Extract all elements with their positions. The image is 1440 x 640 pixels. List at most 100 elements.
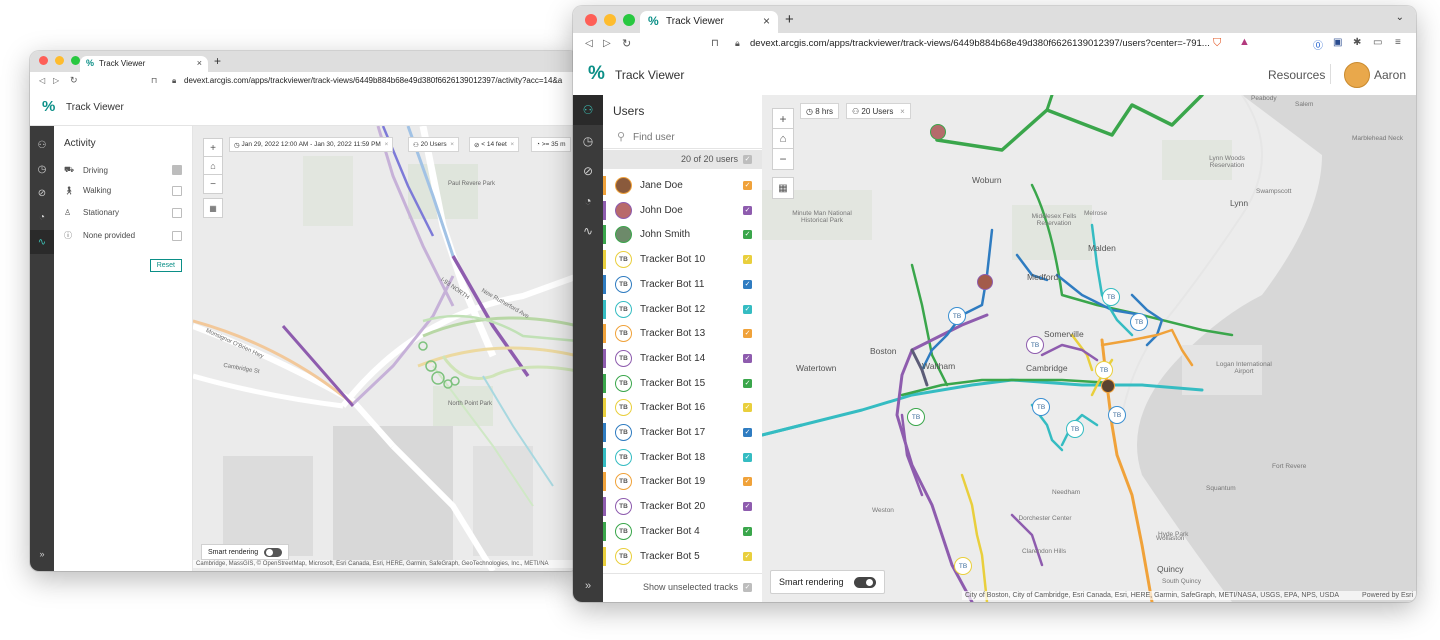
tab-list-chevron-icon[interactable]: ⌄: [1396, 12, 1404, 23]
tracker-marker[interactable]: TB: [1130, 313, 1148, 331]
smart-rendering-toggle[interactable]: [853, 576, 876, 588]
accuracy-icon[interactable]: ⊘: [573, 157, 603, 185]
speed-icon[interactable]: ◔: [573, 187, 603, 215]
user-checkbox[interactable]: ✓: [743, 378, 752, 388]
wallet-icon[interactable]: ▭: [1373, 37, 1382, 48]
back-arrow-icon[interactable]: ◁: [585, 38, 593, 49]
none-provided-checkbox[interactable]: [172, 230, 182, 241]
remove-chip-icon[interactable]: ×: [447, 141, 454, 148]
expand-panel-icon[interactable]: »: [573, 575, 603, 597]
user-photo-marker[interactable]: [977, 274, 993, 290]
accuracy-filter-chip[interactable]: ⊘ < 14 feet ×: [469, 137, 520, 152]
zoom-window-button[interactable]: [71, 56, 80, 65]
user-checkbox[interactable]: ✓: [743, 502, 752, 512]
back-map[interactable]: + ⌂ − ▦ ◷ Jan 29, 2022 12:00 AM - Jan 30…: [193, 126, 578, 571]
user-list-item[interactable]: TB Tracker Bot 18 ✓: [603, 445, 762, 470]
menu-icon[interactable]: ≡: [1395, 37, 1401, 48]
forward-arrow-icon[interactable]: ▷: [603, 38, 611, 49]
extension-z-icon[interactable]: ▣: [1333, 37, 1342, 48]
users-icon[interactable]: ⚇: [30, 134, 54, 156]
back-arrow-icon[interactable]: ◁: [39, 76, 45, 85]
user-list-item[interactable]: TB Tracker Bot 15 ✓: [603, 371, 762, 396]
user-list-item[interactable]: TB Tracker Bot 19 ✓: [603, 469, 762, 494]
password-manager-icon[interactable]: ⓪: [1313, 37, 1323, 52]
close-window-button[interactable]: [39, 56, 48, 65]
remove-chip-icon[interactable]: ×: [507, 141, 514, 148]
remove-chip-icon[interactable]: ×: [381, 141, 388, 148]
user-list-item[interactable]: John Smith ✓: [603, 222, 762, 247]
user-list-item[interactable]: TB Tracker Bot 13 ✓: [603, 321, 762, 346]
front-map[interactable]: + ⌂ − ▦ ◷ 8 hrs ⚇ 20 Users × Woburn Melro…: [762, 95, 1416, 602]
forward-arrow-icon[interactable]: ▷: [53, 76, 59, 85]
tracker-marker[interactable]: TB: [1108, 406, 1126, 424]
users-icon[interactable]: ⚇: [573, 95, 603, 125]
speed-filter-chip[interactable]: ◔ >= 35 m: [531, 137, 571, 152]
user-checkbox[interactable]: ✓: [743, 255, 752, 265]
activity-row-walking[interactable]: 🚶︎ Walking: [64, 185, 182, 196]
tracker-marker[interactable]: TB: [1095, 361, 1113, 379]
user-list-item[interactable]: Jane Doe ✓: [603, 173, 762, 198]
find-user-input[interactable]: [631, 128, 755, 146]
user-photo-marker[interactable]: [1101, 379, 1115, 393]
user-checkbox[interactable]: ✓: [743, 428, 752, 437]
user-checkbox[interactable]: ✓: [743, 452, 752, 462]
driving-checkbox[interactable]: [172, 165, 182, 175]
activity-icon[interactable]: ∿: [573, 217, 603, 245]
activity-icon[interactable]: ∿: [30, 230, 54, 254]
front-browser-tab[interactable]: % Track Viewer ×: [640, 11, 778, 33]
minimize-window-button[interactable]: [55, 56, 64, 65]
user-checkbox[interactable]: ✓: [743, 181, 752, 190]
time-filter-chip[interactable]: ◷ 8 hrs: [800, 103, 839, 119]
tracker-marker[interactable]: TB: [1026, 336, 1044, 354]
basemap-gallery-icon[interactable]: ▦: [203, 198, 223, 218]
brave-rewards-icon[interactable]: ▲: [1239, 36, 1250, 48]
home-icon[interactable]: ⌂: [772, 128, 794, 150]
activity-row-driving[interactable]: ⛟ Driving: [64, 165, 182, 175]
users-filter-chip[interactable]: ⚇ 20 Users ×: [408, 137, 460, 152]
expand-panel-icon[interactable]: »: [30, 544, 54, 564]
clock-icon[interactable]: ◷: [573, 127, 603, 155]
user-list-item[interactable]: TB Tracker Bot 14 ✓: [603, 346, 762, 371]
user-list-item[interactable]: TB Tracker Bot 16 ✓: [603, 395, 762, 420]
back-browser-tab[interactable]: % Track Viewer ×: [80, 56, 208, 72]
close-window-button[interactable]: [585, 14, 597, 26]
activity-row-none[interactable]: ⓘ None provided: [64, 230, 182, 241]
smart-rendering-control[interactable]: Smart rendering: [770, 570, 885, 594]
zoom-out-button[interactable]: −: [203, 174, 223, 194]
zoom-in-button[interactable]: +: [203, 138, 223, 158]
smart-rendering-control[interactable]: Smart rendering: [201, 544, 290, 560]
accuracy-icon[interactable]: ⊘: [30, 182, 54, 204]
user-list-item[interactable]: John Doe ✓: [603, 198, 762, 223]
user-checkbox[interactable]: ✓: [743, 477, 752, 487]
user-checkbox[interactable]: ✓: [743, 230, 752, 240]
show-unselected-checkbox[interactable]: ✓: [743, 583, 752, 592]
zoom-out-button[interactable]: −: [772, 148, 794, 170]
tracker-marker[interactable]: TB: [1102, 288, 1120, 306]
user-checkbox[interactable]: ✓: [743, 304, 752, 314]
reload-icon[interactable]: ↻: [622, 37, 631, 50]
bookmark-icon[interactable]: ⊓: [711, 38, 719, 49]
user-list-item[interactable]: TB Tracker Bot 10 ✓: [603, 247, 762, 272]
user-checkbox[interactable]: ✓: [743, 551, 752, 561]
resources-link[interactable]: Resources: [1268, 68, 1325, 82]
user-list-item[interactable]: TB Tracker Bot 20 ✓: [603, 494, 762, 519]
stationary-checkbox[interactable]: [172, 207, 182, 218]
smart-rendering-toggle[interactable]: [264, 547, 283, 557]
users-filter-chip[interactable]: ⚇ 20 Users ×: [846, 103, 911, 119]
minimize-window-button[interactable]: [604, 14, 616, 26]
new-tab-button[interactable]: +: [785, 11, 794, 28]
user-checkbox[interactable]: ✓: [743, 279, 752, 289]
url-field[interactable]: devext.arcgis.com/apps/trackviewer/track…: [750, 38, 1210, 49]
user-list-item[interactable]: TB Tracker Bot 12 ✓: [603, 297, 762, 322]
time-filter-chip[interactable]: ◷ Jan 29, 2022 12:00 AM - Jan 30, 2022 1…: [229, 137, 394, 152]
url-field[interactable]: devext.arcgis.com/apps/trackviewer/track…: [184, 76, 574, 85]
walking-checkbox[interactable]: [172, 185, 182, 196]
tracker-marker[interactable]: TB: [1032, 398, 1050, 416]
user-checkbox[interactable]: ✓: [743, 353, 752, 363]
extensions-puzzle-icon[interactable]: ✱: [1353, 37, 1361, 48]
avatar[interactable]: [1344, 62, 1370, 88]
home-icon[interactable]: ⌂: [203, 156, 223, 176]
reload-icon[interactable]: ↻: [70, 75, 78, 86]
activity-row-stationary[interactable]: ♙ Stationary: [64, 207, 182, 218]
user-photo-marker[interactable]: [930, 124, 946, 140]
